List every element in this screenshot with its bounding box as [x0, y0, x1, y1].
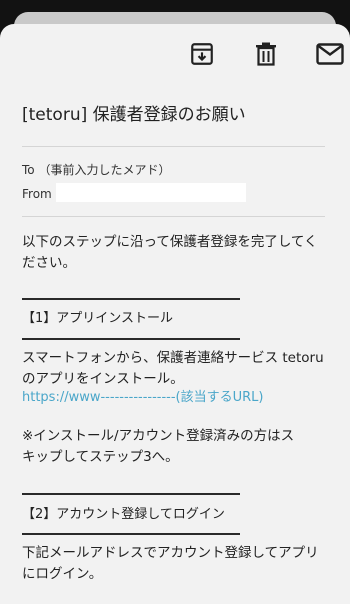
step1-text: スマートフォンから、保護者連絡サービス tetoru のアプリをインストール。 [22, 350, 324, 387]
email-toolbar [0, 40, 350, 70]
step1-title: 【1】アプリインストール [22, 311, 174, 326]
archive-button[interactable] [188, 40, 216, 68]
intro-text: 以下のステップに沿って保護者登録を完了してく ださい。 [22, 234, 318, 271]
step2-top-rule [22, 493, 240, 495]
app-install-link[interactable]: https://www----------------(該当するURL) [22, 389, 263, 407]
mail-button[interactable] [316, 40, 344, 68]
mail-icon [316, 43, 344, 65]
meta-divider [22, 216, 325, 217]
header-divider [22, 146, 325, 147]
delete-button[interactable] [252, 40, 280, 68]
step1-note: ※インストール/アカウント登録済みの方はス キップしてステップ3へ。 [22, 428, 295, 465]
from-value [56, 183, 246, 202]
archive-icon [191, 43, 213, 65]
to-line: To （事前入力したメアド） [22, 163, 171, 177]
email-subject: [tetoru] 保護者登録のお願い [22, 105, 246, 125]
step1-top-rule [22, 298, 240, 300]
step2-bottom-rule [22, 533, 240, 535]
from-label: From [22, 187, 52, 201]
step1-bottom-rule [22, 338, 240, 340]
step2-title: 【2】アカウント登録してログイン [22, 507, 225, 522]
trash-icon [256, 42, 276, 66]
step2-text: 下記メールアドレスでアカウント登録してアプリ にログイン。 [22, 545, 319, 582]
